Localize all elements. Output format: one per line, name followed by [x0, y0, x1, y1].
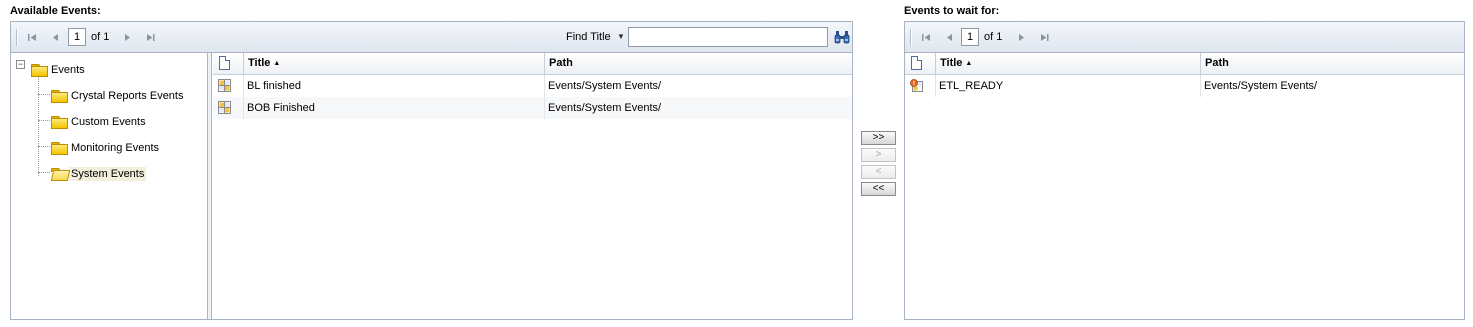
sort-ascending-icon: ▲ — [965, 60, 973, 67]
title-column-header[interactable]: Title ▲ — [244, 53, 545, 74]
tree-node-label: System Events — [69, 167, 147, 181]
tree-node-custom-events[interactable]: Custom Events — [51, 113, 148, 131]
page-number-input[interactable]: 1 — [961, 28, 979, 46]
column-label: Title — [248, 57, 271, 69]
document-icon — [219, 56, 230, 70]
path-cell: Events/System Events/ — [548, 80, 662, 92]
binoculars-icon[interactable] — [834, 30, 850, 44]
tree-node-label: Monitoring Events — [71, 142, 160, 154]
type-cell — [213, 97, 244, 119]
tree-node-crystal-reports-events[interactable]: Crystal Reports Events — [51, 87, 185, 105]
page-count: of 1 — [91, 31, 110, 43]
folder-icon — [31, 64, 48, 77]
folder-icon — [51, 90, 68, 103]
tree-node-monitoring-events[interactable]: Monitoring Events — [51, 139, 161, 157]
next-page-icon[interactable] — [1014, 30, 1028, 44]
document-icon — [911, 56, 922, 70]
events-to-wait-grid: Title ▲ Path ETL_READY Events/System Even… — [905, 53, 1464, 319]
sort-ascending-icon: ▲ — [273, 60, 281, 67]
column-label: Path — [549, 57, 573, 69]
title-cell: BOB Finished — [244, 97, 545, 119]
previous-page-icon[interactable] — [48, 30, 62, 44]
available-events-panel: 1 of 1 Find Title ▼ − Events Crystal Rep… — [10, 21, 853, 320]
next-page-icon[interactable] — [120, 30, 134, 44]
page-count: of 1 — [984, 31, 1003, 43]
event-warning-icon — [910, 79, 923, 92]
open-folder-icon — [50, 168, 71, 181]
tree-node-label: Events — [51, 64, 85, 76]
remove-all-button[interactable]: << — [861, 182, 896, 196]
tree-connector — [38, 72, 39, 176]
table-row[interactable]: ETL_READY Events/System Events/ — [905, 75, 1464, 97]
grid-header: Title ▲ Path — [905, 53, 1464, 75]
available-events-grid: Title ▲ Path BL finished Events/System Ev — [213, 53, 852, 319]
type-column-header[interactable] — [905, 53, 936, 74]
available-toolbar: 1 of 1 Find Title ▼ — [11, 22, 852, 53]
tree-node-label: Crystal Reports Events — [71, 90, 184, 102]
add-button[interactable]: > — [861, 148, 896, 162]
title-cell: BL finished — [244, 75, 545, 97]
events-to-wait-panel: 1 of 1 Title ▲ Path ETL_READY Events/Sys… — [904, 21, 1465, 320]
path-cell: Events/System Events/ — [1204, 80, 1318, 92]
tree-connector — [38, 172, 50, 173]
events-to-wait-title: Events to wait for: — [904, 5, 1000, 17]
first-page-icon[interactable] — [25, 30, 39, 44]
tree-node-system-events[interactable]: System Events — [50, 165, 147, 183]
page-number-input[interactable]: 1 — [68, 28, 86, 46]
waiting-toolbar: 1 of 1 — [905, 22, 1464, 53]
title-column-header[interactable]: Title ▲ — [936, 53, 1201, 74]
path-column-header[interactable]: Path — [1201, 53, 1464, 74]
table-row[interactable]: BL finished Events/System Events/ — [213, 75, 852, 97]
available-events-title: Available Events: — [10, 5, 101, 17]
type-cell — [905, 75, 936, 97]
find-field-dropdown[interactable]: Find Title — [566, 31, 611, 43]
find-title-input[interactable] — [628, 27, 828, 47]
column-label: Path — [1205, 57, 1229, 69]
event-folder-tree: − Events Crystal Reports Events Custom E… — [11, 53, 208, 319]
tree-connector — [38, 94, 50, 95]
folder-icon — [51, 142, 68, 155]
first-page-icon[interactable] — [919, 30, 933, 44]
last-page-icon[interactable] — [143, 30, 157, 44]
type-column-header[interactable] — [213, 53, 244, 74]
tree-node-label: Custom Events — [71, 116, 146, 128]
remove-button[interactable]: < — [861, 165, 896, 179]
tree-connector — [38, 146, 50, 147]
grid-header: Title ▲ Path — [213, 53, 852, 75]
column-label: Title — [940, 57, 963, 69]
path-cell: Events/System Events/ — [548, 102, 662, 114]
toolbar-separator — [910, 29, 912, 46]
pane-splitter[interactable] — [208, 53, 212, 319]
add-all-button[interactable]: >> — [861, 131, 896, 145]
toolbar-separator — [16, 29, 18, 46]
title-cell: ETL_READY — [936, 75, 1201, 97]
folder-icon — [51, 116, 68, 129]
event-icon — [218, 79, 231, 92]
type-cell — [213, 75, 244, 97]
event-icon — [218, 101, 231, 114]
collapse-icon[interactable]: − — [16, 60, 25, 69]
path-column-header[interactable]: Path — [545, 53, 852, 74]
last-page-icon[interactable] — [1037, 30, 1051, 44]
tree-connector — [38, 120, 50, 121]
table-row[interactable]: BOB Finished Events/System Events/ — [213, 97, 852, 119]
chevron-down-icon[interactable]: ▼ — [617, 32, 625, 41]
tree-node-events[interactable]: Events — [31, 61, 87, 79]
previous-page-icon[interactable] — [942, 30, 956, 44]
